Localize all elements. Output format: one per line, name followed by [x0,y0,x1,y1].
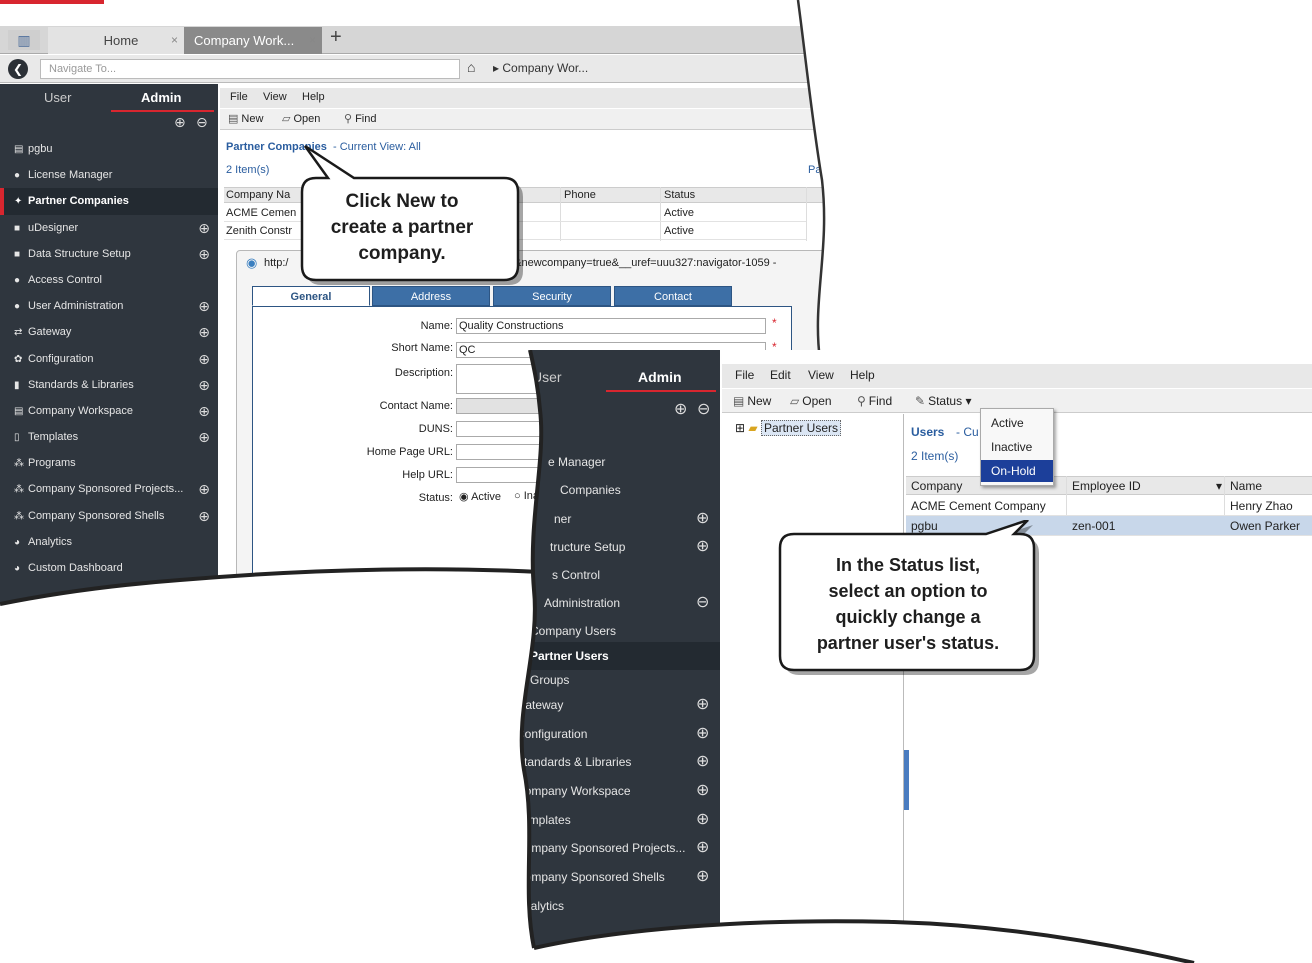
callout-new-company: Click New to create a partner company. [312,189,492,267]
callout-line: Click New to [345,191,459,212]
callout-line: create a partner [330,217,474,238]
callout-status-change: In the Status list, select an option to … [792,552,1024,656]
callout-line: company. [358,243,446,264]
callout-line: In the Status list, [835,555,981,575]
callout-line: select an option to [828,581,988,601]
callout-line: quickly change a [835,607,981,627]
callout-line: partner user's status. [816,633,1000,653]
